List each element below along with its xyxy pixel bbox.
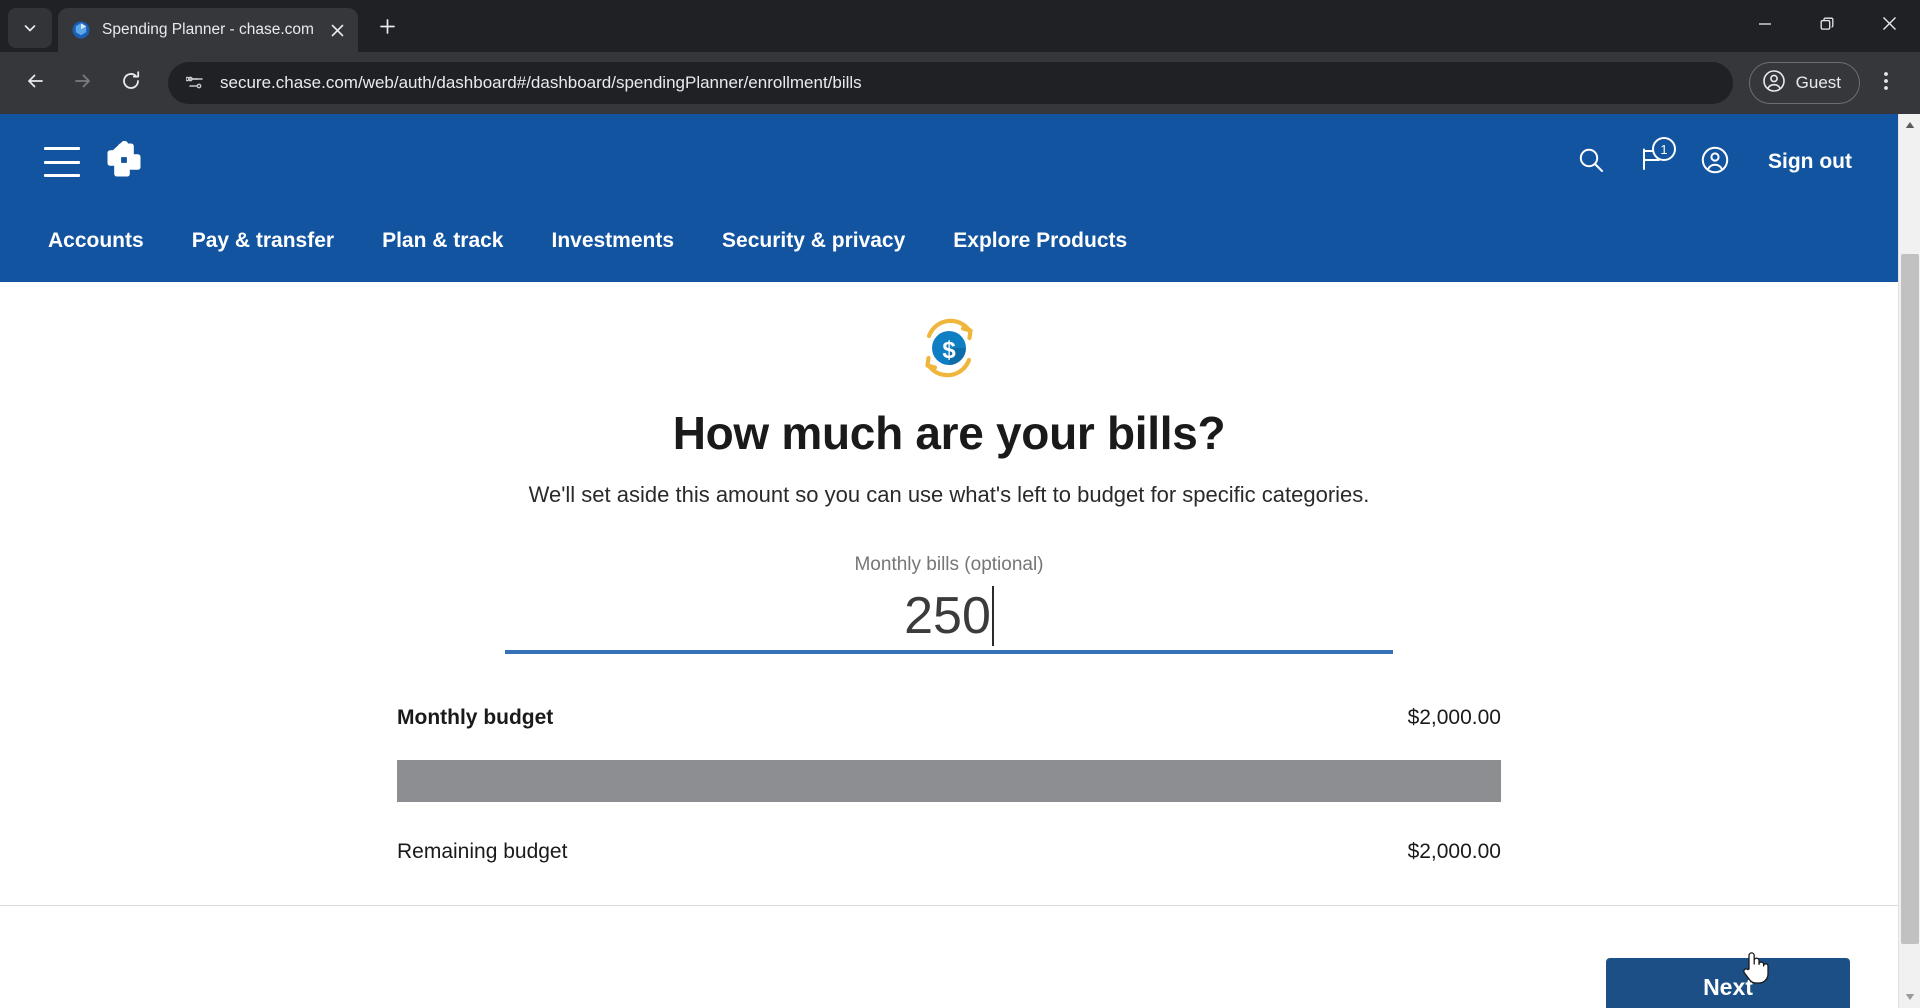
recurring-dollar-icon: $ — [907, 308, 991, 388]
remaining-budget-amount: $2,000.00 — [1407, 840, 1501, 863]
forward-button[interactable] — [62, 62, 104, 104]
nav-item-explore-products[interactable]: Explore Products — [953, 229, 1127, 253]
monthly-budget-amount: $2,000.00 — [1407, 706, 1501, 729]
maximize-restore-button[interactable] — [1796, 0, 1858, 52]
scroll-down-button[interactable] — [1899, 986, 1920, 1008]
browser-menu-button[interactable] — [1866, 62, 1906, 104]
window-controls — [1734, 0, 1920, 52]
minimize-icon — [1758, 17, 1772, 36]
address-bar[interactable]: secure.chase.com/web/auth/dashboard#/das… — [168, 62, 1733, 104]
nav-item-pay-transfer[interactable]: Pay & transfer — [192, 229, 334, 253]
account-profile-button[interactable] — [1684, 131, 1746, 193]
three-dot-menu-icon — [1883, 70, 1889, 97]
input-underline — [505, 650, 1393, 654]
reload-icon — [120, 70, 142, 97]
browser-tab-strip: Spending Planner - chase.com — [0, 0, 1920, 52]
chase-logo[interactable] — [102, 138, 146, 187]
scrollbar-thumb[interactable] — [1901, 254, 1919, 944]
new-tab-button[interactable] — [370, 12, 404, 46]
close-window-button[interactable] — [1858, 0, 1920, 52]
profile-avatar-icon — [1762, 69, 1786, 98]
tab-search-button[interactable] — [8, 8, 52, 48]
monthly-bills-input-row[interactable]: 250 — [505, 580, 1393, 646]
nav-item-investments[interactable]: Investments — [551, 229, 674, 253]
search-button[interactable] — [1560, 131, 1622, 193]
nav-item-accounts[interactable]: Accounts — [48, 229, 144, 253]
sign-out-button[interactable]: Sign out — [1768, 150, 1852, 174]
page-title: How much are your bills? — [672, 407, 1226, 459]
text-cursor-caret — [991, 586, 994, 646]
browser-window: Spending Planner - chase.com secure.chas… — [0, 0, 1920, 1008]
page-scrollbar[interactable] — [1898, 114, 1920, 1008]
browser-toolbar: secure.chase.com/web/auth/dashboard#/das… — [0, 52, 1920, 114]
monthly-bills-label: Monthly bills (optional) — [854, 554, 1044, 575]
chase-favicon — [72, 21, 90, 39]
monthly-bills-field: Monthly bills (optional) 250 — [505, 554, 1393, 654]
tab-title: Spending Planner - chase.com — [102, 21, 314, 38]
minimize-button[interactable] — [1734, 0, 1796, 52]
close-icon[interactable] — [324, 17, 350, 43]
back-button[interactable] — [14, 62, 56, 104]
chase-site-header: 1 Sign out Accounts Pay & transfer Plan … — [0, 114, 1898, 282]
budget-summary: Monthly budget $2,000.00 Remaining budge… — [397, 706, 1501, 864]
svg-text:$: $ — [942, 337, 956, 364]
remaining-budget-label: Remaining budget — [397, 840, 568, 863]
page-subtitle: We'll set aside this amount so you can u… — [528, 482, 1370, 507]
notification-badge: 1 — [1652, 137, 1677, 161]
plus-icon — [379, 18, 396, 40]
restore-icon — [1820, 17, 1834, 36]
permissions-icon[interactable] — [186, 73, 206, 93]
notifications-button[interactable]: 1 — [1622, 131, 1684, 193]
nav-item-security-privacy[interactable]: Security & privacy — [722, 229, 905, 253]
footer-action-bar: Next — [0, 906, 1898, 1008]
nav-item-plan-track[interactable]: Plan & track — [382, 229, 503, 253]
remaining-budget-row: Remaining budget $2,000.00 — [397, 840, 1501, 864]
url-text: secure.chase.com/web/auth/dashboard#/das… — [220, 73, 862, 92]
search-icon — [1576, 145, 1606, 180]
chase-header-top-row: 1 Sign out — [0, 114, 1898, 210]
reload-button[interactable] — [110, 62, 152, 104]
chevron-down-icon — [22, 20, 38, 36]
arrow-left-icon — [24, 70, 46, 97]
next-button[interactable]: Next — [1606, 958, 1850, 1008]
enrollment-bills-step: $ How much are your bills? We'll set asi… — [0, 282, 1898, 864]
scroll-up-button[interactable] — [1899, 114, 1920, 136]
chase-header-actions: 1 Sign out — [1560, 131, 1898, 193]
page-viewport: 1 Sign out Accounts Pay & transfer Plan … — [0, 114, 1920, 1008]
budget-progress-bar — [397, 760, 1501, 802]
chase-main-nav: Accounts Pay & transfer Plan & track Inv… — [0, 210, 1898, 272]
profile-person-icon — [1699, 144, 1731, 181]
arrow-right-icon — [72, 70, 94, 97]
monthly-bills-input[interactable]: 250 — [904, 590, 991, 642]
close-icon — [1882, 16, 1897, 36]
profile-label: Guest — [1795, 73, 1841, 92]
profile-button[interactable]: Guest — [1748, 62, 1860, 104]
hamburger-menu-icon[interactable] — [44, 147, 80, 177]
monthly-budget-row: Monthly budget $2,000.00 — [397, 706, 1501, 730]
browser-tab-active[interactable]: Spending Planner - chase.com — [58, 8, 358, 52]
monthly-budget-label: Monthly budget — [397, 706, 554, 729]
